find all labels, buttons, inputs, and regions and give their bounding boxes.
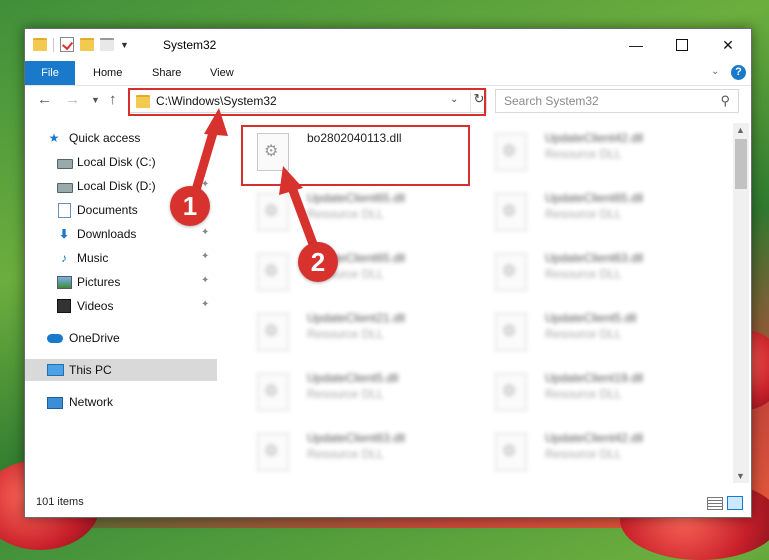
step-2-badge: 2 — [298, 242, 338, 282]
step-1-badge: 1 — [170, 186, 210, 226]
annotation-arrows — [191, 108, 318, 249]
arrow-1 — [191, 108, 228, 195]
arrow-2 — [279, 166, 318, 249]
